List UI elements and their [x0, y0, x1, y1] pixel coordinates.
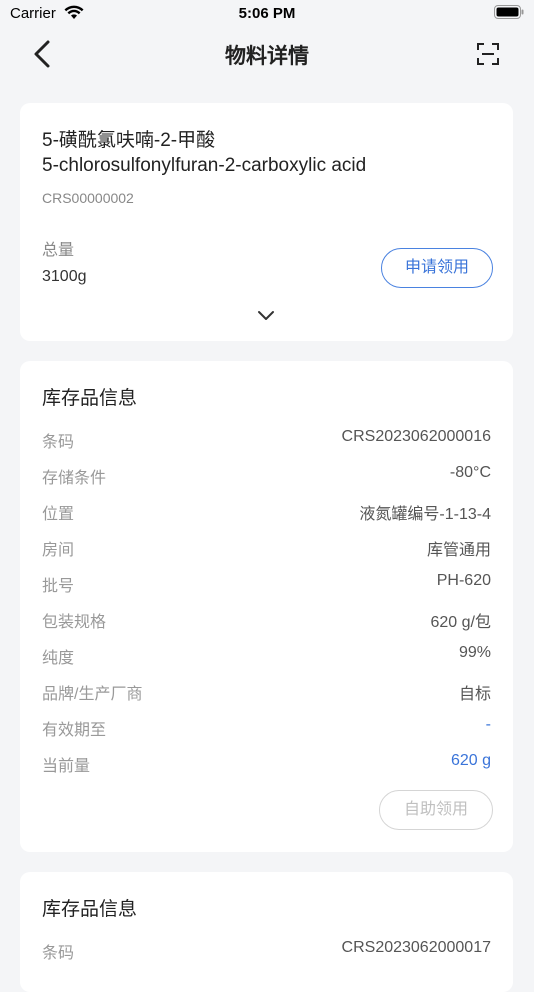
row-label: 品牌/生产厂商 [42, 686, 143, 703]
row-value: CRS2023062000017 [341, 939, 491, 956]
info-row-expiry: 有效期至 - [42, 716, 491, 742]
row-label: 存储条件 [42, 470, 107, 487]
row-value: 库管通用 [426, 542, 491, 559]
row-label: 房间 [42, 542, 75, 559]
row-value: 620 g/包 [430, 614, 492, 631]
row-value: 液氮罐编号-1-13-4 [359, 506, 491, 523]
page-title: 物料详情 [225, 45, 309, 68]
status-bar: Carrier 5:06 PM [0, 0, 534, 28]
row-label: 当前量 [42, 758, 91, 775]
material-code: CRS00000002 [42, 190, 134, 206]
info-row-barcode: 条码 CRS2023062000017 [42, 939, 491, 965]
info-row-current-amount: 当前量 620 g [42, 752, 491, 778]
self-service-button[interactable]: 自助领用 [379, 790, 493, 830]
info-row-brand: 品牌/生产厂商 自标 [42, 680, 491, 706]
info-row-purity: 纯度 99% [42, 644, 491, 670]
row-label: 包装规格 [42, 614, 107, 631]
row-value: - [485, 716, 491, 733]
scan-icon[interactable] [476, 42, 500, 66]
total-value: 3100g [42, 268, 87, 285]
inventory-card: 库存品信息 条码 CRS2023062000017 [20, 872, 513, 992]
apply-button[interactable]: 申请领用 [381, 248, 493, 288]
chevron-down-icon[interactable] [256, 308, 276, 322]
inventory-section-title: 库存品信息 [42, 899, 138, 920]
total-label: 总量 [42, 242, 75, 259]
row-value: CRS2023062000016 [341, 428, 491, 445]
material-name-cn: 5-磺酰氯呋喃-2-甲酸 [42, 130, 216, 151]
row-label: 条码 [42, 434, 75, 451]
material-summary-card: 5-磺酰氯呋喃-2-甲酸 5-chlorosulfonylfuran-2-car… [20, 103, 513, 341]
info-row-package: 包装规格 620 g/包 [42, 608, 491, 634]
row-value: 自标 [458, 686, 491, 703]
row-label: 纯度 [42, 650, 75, 667]
info-row-barcode: 条码 CRS2023062000016 [42, 428, 491, 454]
navigation-bar: 物料详情 [0, 28, 534, 80]
row-value: 620 g [450, 752, 491, 769]
row-value: PH-620 [436, 572, 491, 589]
row-value: -80°C [449, 464, 491, 481]
info-row-location: 位置 液氮罐编号-1-13-4 [42, 500, 491, 526]
info-row-room: 房间 库管通用 [42, 536, 491, 562]
inventory-section-title: 库存品信息 [42, 388, 138, 409]
row-label: 有效期至 [42, 722, 107, 739]
inventory-card: 库存品信息 条码 CRS2023062000016 存储条件 -80°C 位置 … [20, 361, 513, 852]
row-label: 条码 [42, 945, 75, 962]
info-row-storage: 存储条件 -80°C [42, 464, 491, 490]
row-label: 位置 [42, 506, 75, 523]
battery-icon [494, 5, 524, 19]
info-row-batch: 批号 PH-620 [42, 572, 491, 598]
row-label: 批号 [42, 578, 75, 595]
row-value: 99% [458, 644, 491, 661]
material-name-en: 5-chlorosulfonylfuran-2-carboxylic acid [42, 155, 367, 176]
status-time: 5:06 PM [238, 5, 296, 22]
